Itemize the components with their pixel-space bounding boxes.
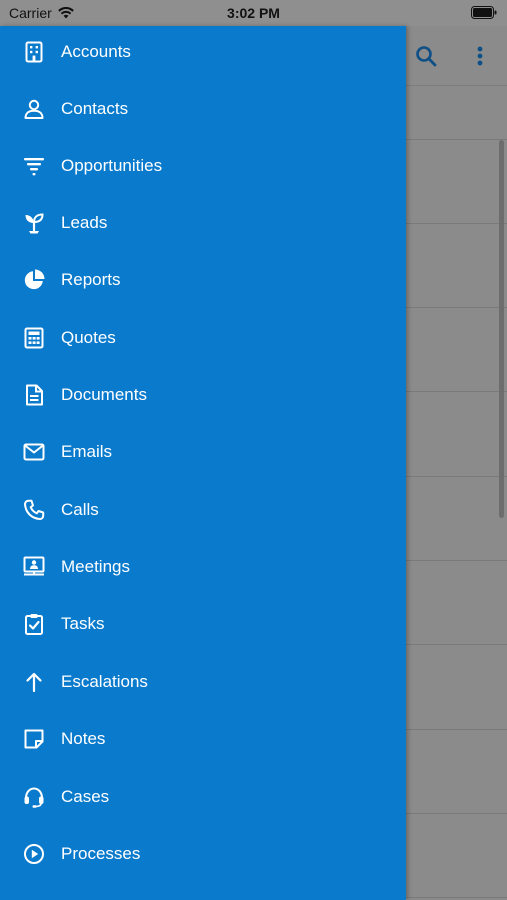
drawer-item-label: Escalations	[61, 672, 148, 691]
drawer-item-contacts[interactable]: Contacts	[0, 85, 406, 133]
drawer-item-label: Tasks	[61, 614, 105, 633]
drawer-item-reports[interactable]: Reports	[0, 256, 406, 304]
drawer-item-processes[interactable]: Processes	[0, 830, 406, 878]
funnel-icon	[22, 154, 46, 178]
presentation-icon	[22, 555, 46, 579]
drawer-item-label: Emails	[61, 442, 113, 461]
drawer-item-label: Processes	[61, 844, 141, 863]
drawer-item-quotes[interactable]: Quotes	[0, 314, 406, 362]
arrow-up-icon	[22, 670, 46, 694]
status-bar: Carrier 3:02 PM	[0, 0, 507, 26]
calculator-icon	[22, 326, 46, 350]
drawer-item-escalations[interactable]: Escalations	[0, 658, 406, 706]
drawer-item-leads[interactable]: Leads	[0, 199, 406, 247]
drawer-item-documents[interactable]: Documents	[0, 371, 406, 419]
drawer-item-label: Meetings	[61, 557, 130, 576]
drawer-item-label: Notes	[61, 729, 106, 748]
more-vertical-icon[interactable]	[472, 44, 488, 68]
drawer-item-label: Documents	[61, 385, 147, 404]
building-icon	[22, 40, 46, 64]
drawer-item-emails[interactable]: Emails	[0, 428, 406, 476]
person-icon	[22, 97, 46, 121]
drawer-item-notes[interactable]: Notes	[0, 715, 406, 763]
drawer-item-calls[interactable]: Calls	[0, 486, 406, 534]
search-icon[interactable]	[414, 44, 438, 68]
drawer-item-label: Calls	[61, 500, 99, 519]
drawer-item-label: Quotes	[61, 328, 116, 347]
headset-icon	[22, 785, 46, 809]
drawer-item-label: Contacts	[61, 99, 129, 118]
drawer-item-label: Opportunities	[61, 156, 163, 175]
envelope-icon	[22, 440, 46, 464]
drawer-item-opportunities[interactable]: Opportunities	[0, 142, 406, 190]
phone-icon	[22, 498, 46, 522]
clipboard-check-icon	[22, 612, 46, 636]
battery-icon	[471, 6, 497, 19]
play-circle-icon	[22, 842, 46, 866]
drawer-item-tasks[interactable]: Tasks	[0, 600, 406, 648]
drawer-item-label: Accounts	[61, 42, 131, 61]
note-icon	[22, 727, 46, 751]
drawer-item-accounts[interactable]: Accounts	[0, 28, 406, 76]
drawer-item-cases[interactable]: Cases	[0, 773, 406, 821]
drawer-item-label: Cases	[61, 787, 110, 806]
background-scrollbar[interactable]	[499, 140, 504, 518]
drawer-item-label: Leads	[61, 213, 108, 232]
document-icon	[22, 383, 46, 407]
drawer-item-meetings[interactable]: Meetings	[0, 543, 406, 591]
status-time: 3:02 PM	[227, 5, 280, 21]
pie-chart-icon	[22, 268, 46, 292]
navigation-drawer: Accounts Contacts Opportunities Leads Re…	[0, 26, 406, 900]
drawer-item-label: Reports	[61, 270, 121, 289]
sprout-icon	[22, 211, 46, 235]
